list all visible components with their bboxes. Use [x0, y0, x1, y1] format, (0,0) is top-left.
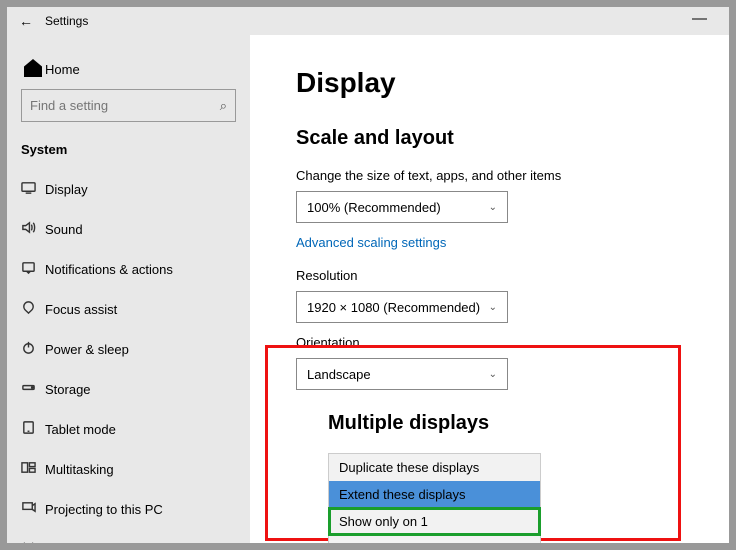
dropdown-option-extend[interactable]: Extend these displays	[329, 481, 540, 508]
dropdown-option-show-only-1[interactable]: Show only on 1	[329, 508, 540, 535]
sidebar-item-label: Multitasking	[45, 462, 114, 477]
text-size-value: 100% (Recommended)	[307, 200, 441, 215]
shared-exp-icon	[21, 540, 45, 543]
resolution-value: 1920 × 1080 (Recommended)	[307, 300, 480, 315]
text-size-label: Change the size of text, apps, and other…	[296, 168, 729, 183]
sidebar: Home ⌕ System Display Sound Notification…	[7, 35, 250, 543]
power-icon	[21, 340, 45, 358]
sidebar-item-display[interactable]: Display	[21, 169, 236, 209]
sidebar-item-label: Tablet mode	[45, 422, 116, 437]
minimize-button[interactable]: —	[692, 10, 707, 27]
category-header: System	[21, 142, 236, 157]
page-title: Display	[296, 67, 729, 99]
sidebar-item-storage[interactable]: Storage	[21, 369, 236, 409]
sidebar-item-shared-exp[interactable]: Shared experiences	[21, 529, 236, 543]
chevron-down-icon: ⌄	[489, 202, 497, 213]
sidebar-item-tablet-mode[interactable]: Tablet mode	[21, 409, 236, 449]
sidebar-item-label: Sound	[45, 222, 83, 237]
sidebar-item-focus-assist[interactable]: Focus assist	[21, 289, 236, 329]
dropdown-option-duplicate[interactable]: Duplicate these displays	[329, 454, 540, 481]
display-icon	[21, 180, 45, 198]
sidebar-item-label: Display	[45, 182, 88, 197]
notifications-icon	[21, 260, 45, 278]
sound-icon	[21, 220, 45, 238]
focus-assist-icon	[21, 300, 45, 318]
scale-layout-heading: Scale and layout	[296, 127, 729, 150]
multitasking-icon	[21, 460, 45, 478]
tablet-icon	[21, 420, 45, 438]
titlebar: ← Settings —	[7, 7, 729, 35]
search-box[interactable]: ⌕	[21, 89, 236, 122]
resolution-select[interactable]: 1920 × 1080 (Recommended) ⌄	[296, 291, 508, 323]
home-nav[interactable]: Home	[21, 49, 236, 89]
sidebar-item-label: Shared experiences	[45, 542, 161, 544]
text-size-select[interactable]: 100% (Recommended) ⌄	[296, 191, 508, 223]
multiple-displays-dropdown[interactable]: Duplicate these displays Extend these di…	[328, 453, 541, 543]
projecting-icon	[21, 500, 45, 518]
dropdown-option-show-only-2[interactable]: Show only on 2	[329, 535, 540, 543]
settings-window: ← Settings — Home ⌕ System Display Sound	[7, 7, 729, 543]
sidebar-item-sound[interactable]: Sound	[21, 209, 236, 249]
search-icon: ⌕	[220, 98, 227, 114]
sidebar-item-label: Projecting to this PC	[45, 502, 163, 517]
storage-icon	[21, 380, 45, 398]
sidebar-item-multitasking[interactable]: Multitasking	[21, 449, 236, 489]
sidebar-item-label: Storage	[45, 382, 91, 397]
chevron-down-icon: ⌄	[489, 302, 497, 313]
sidebar-item-power-sleep[interactable]: Power & sleep	[21, 329, 236, 369]
back-button[interactable]: ←	[7, 13, 45, 29]
sidebar-item-label: Power & sleep	[45, 342, 129, 357]
window-title: Settings	[45, 14, 88, 28]
sidebar-item-label: Focus assist	[45, 302, 117, 317]
main-panel: Display Scale and layout Change the size…	[250, 35, 729, 543]
home-icon	[21, 56, 45, 83]
sidebar-item-projecting[interactable]: Projecting to this PC	[21, 489, 236, 529]
resolution-label: Resolution	[296, 268, 729, 283]
advanced-scaling-link[interactable]: Advanced scaling settings	[296, 235, 729, 250]
home-label: Home	[45, 62, 80, 77]
search-input[interactable]	[30, 98, 220, 113]
sidebar-item-notifications[interactable]: Notifications & actions	[21, 249, 236, 289]
multiple-displays-heading: Multiple displays	[328, 412, 729, 435]
sidebar-item-label: Notifications & actions	[45, 262, 173, 277]
